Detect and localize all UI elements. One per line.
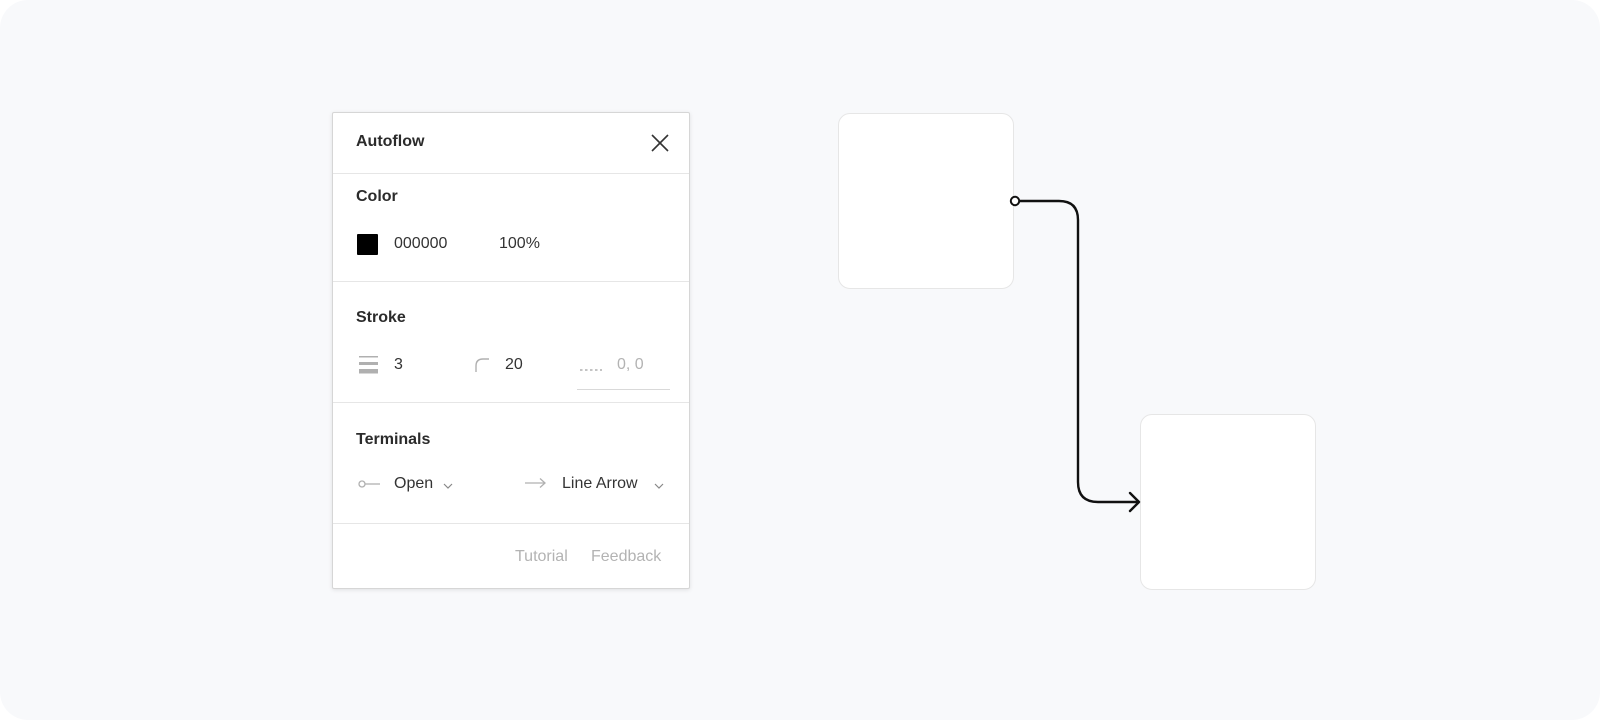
stroke-weight-icon: [359, 355, 378, 374]
canvas[interactable]: Autoflow Color 000000 100% Stroke 3 20 0…: [0, 0, 1600, 720]
chevron-down-icon: [443, 483, 453, 489]
close-button[interactable]: [649, 132, 671, 154]
open-terminal-icon: [358, 480, 380, 488]
dash-input-underline: [577, 389, 670, 390]
stroke-weight-input[interactable]: 3: [394, 356, 403, 374]
source-frame[interactable]: [838, 113, 1014, 289]
color-heading: Color: [356, 188, 398, 205]
close-icon: [651, 134, 669, 152]
dash-pattern-icon: [580, 360, 602, 371]
flow-connector: [1009, 195, 1141, 513]
terminals-section: [333, 403, 689, 524]
stroke-heading: Stroke: [356, 309, 406, 326]
tutorial-link[interactable]: Tutorial: [515, 548, 568, 566]
feedback-link[interactable]: Feedback: [591, 548, 661, 566]
terminals-heading: Terminals: [356, 431, 431, 448]
color-swatch[interactable]: [357, 234, 378, 255]
end-terminal-value: Line Arrow: [562, 475, 638, 492]
color-hex-input[interactable]: 000000: [394, 235, 447, 253]
dash-pattern-input[interactable]: 0, 0: [617, 356, 644, 374]
autoflow-panel: Autoflow Color 000000 100% Stroke 3 20 0…: [332, 112, 690, 589]
panel-header: Autoflow: [333, 113, 689, 174]
color-opacity-input[interactable]: 100%: [499, 235, 540, 253]
start-terminal-value: Open: [394, 475, 434, 492]
panel-title: Autoflow: [356, 133, 425, 150]
target-frame[interactable]: [1140, 414, 1316, 590]
corner-radius-icon: [475, 358, 489, 372]
arrow-terminal-icon: [525, 478, 546, 488]
chevron-down-icon: [654, 483, 664, 489]
corner-radius-input[interactable]: 20: [505, 356, 523, 374]
stroke-section: [333, 282, 689, 403]
